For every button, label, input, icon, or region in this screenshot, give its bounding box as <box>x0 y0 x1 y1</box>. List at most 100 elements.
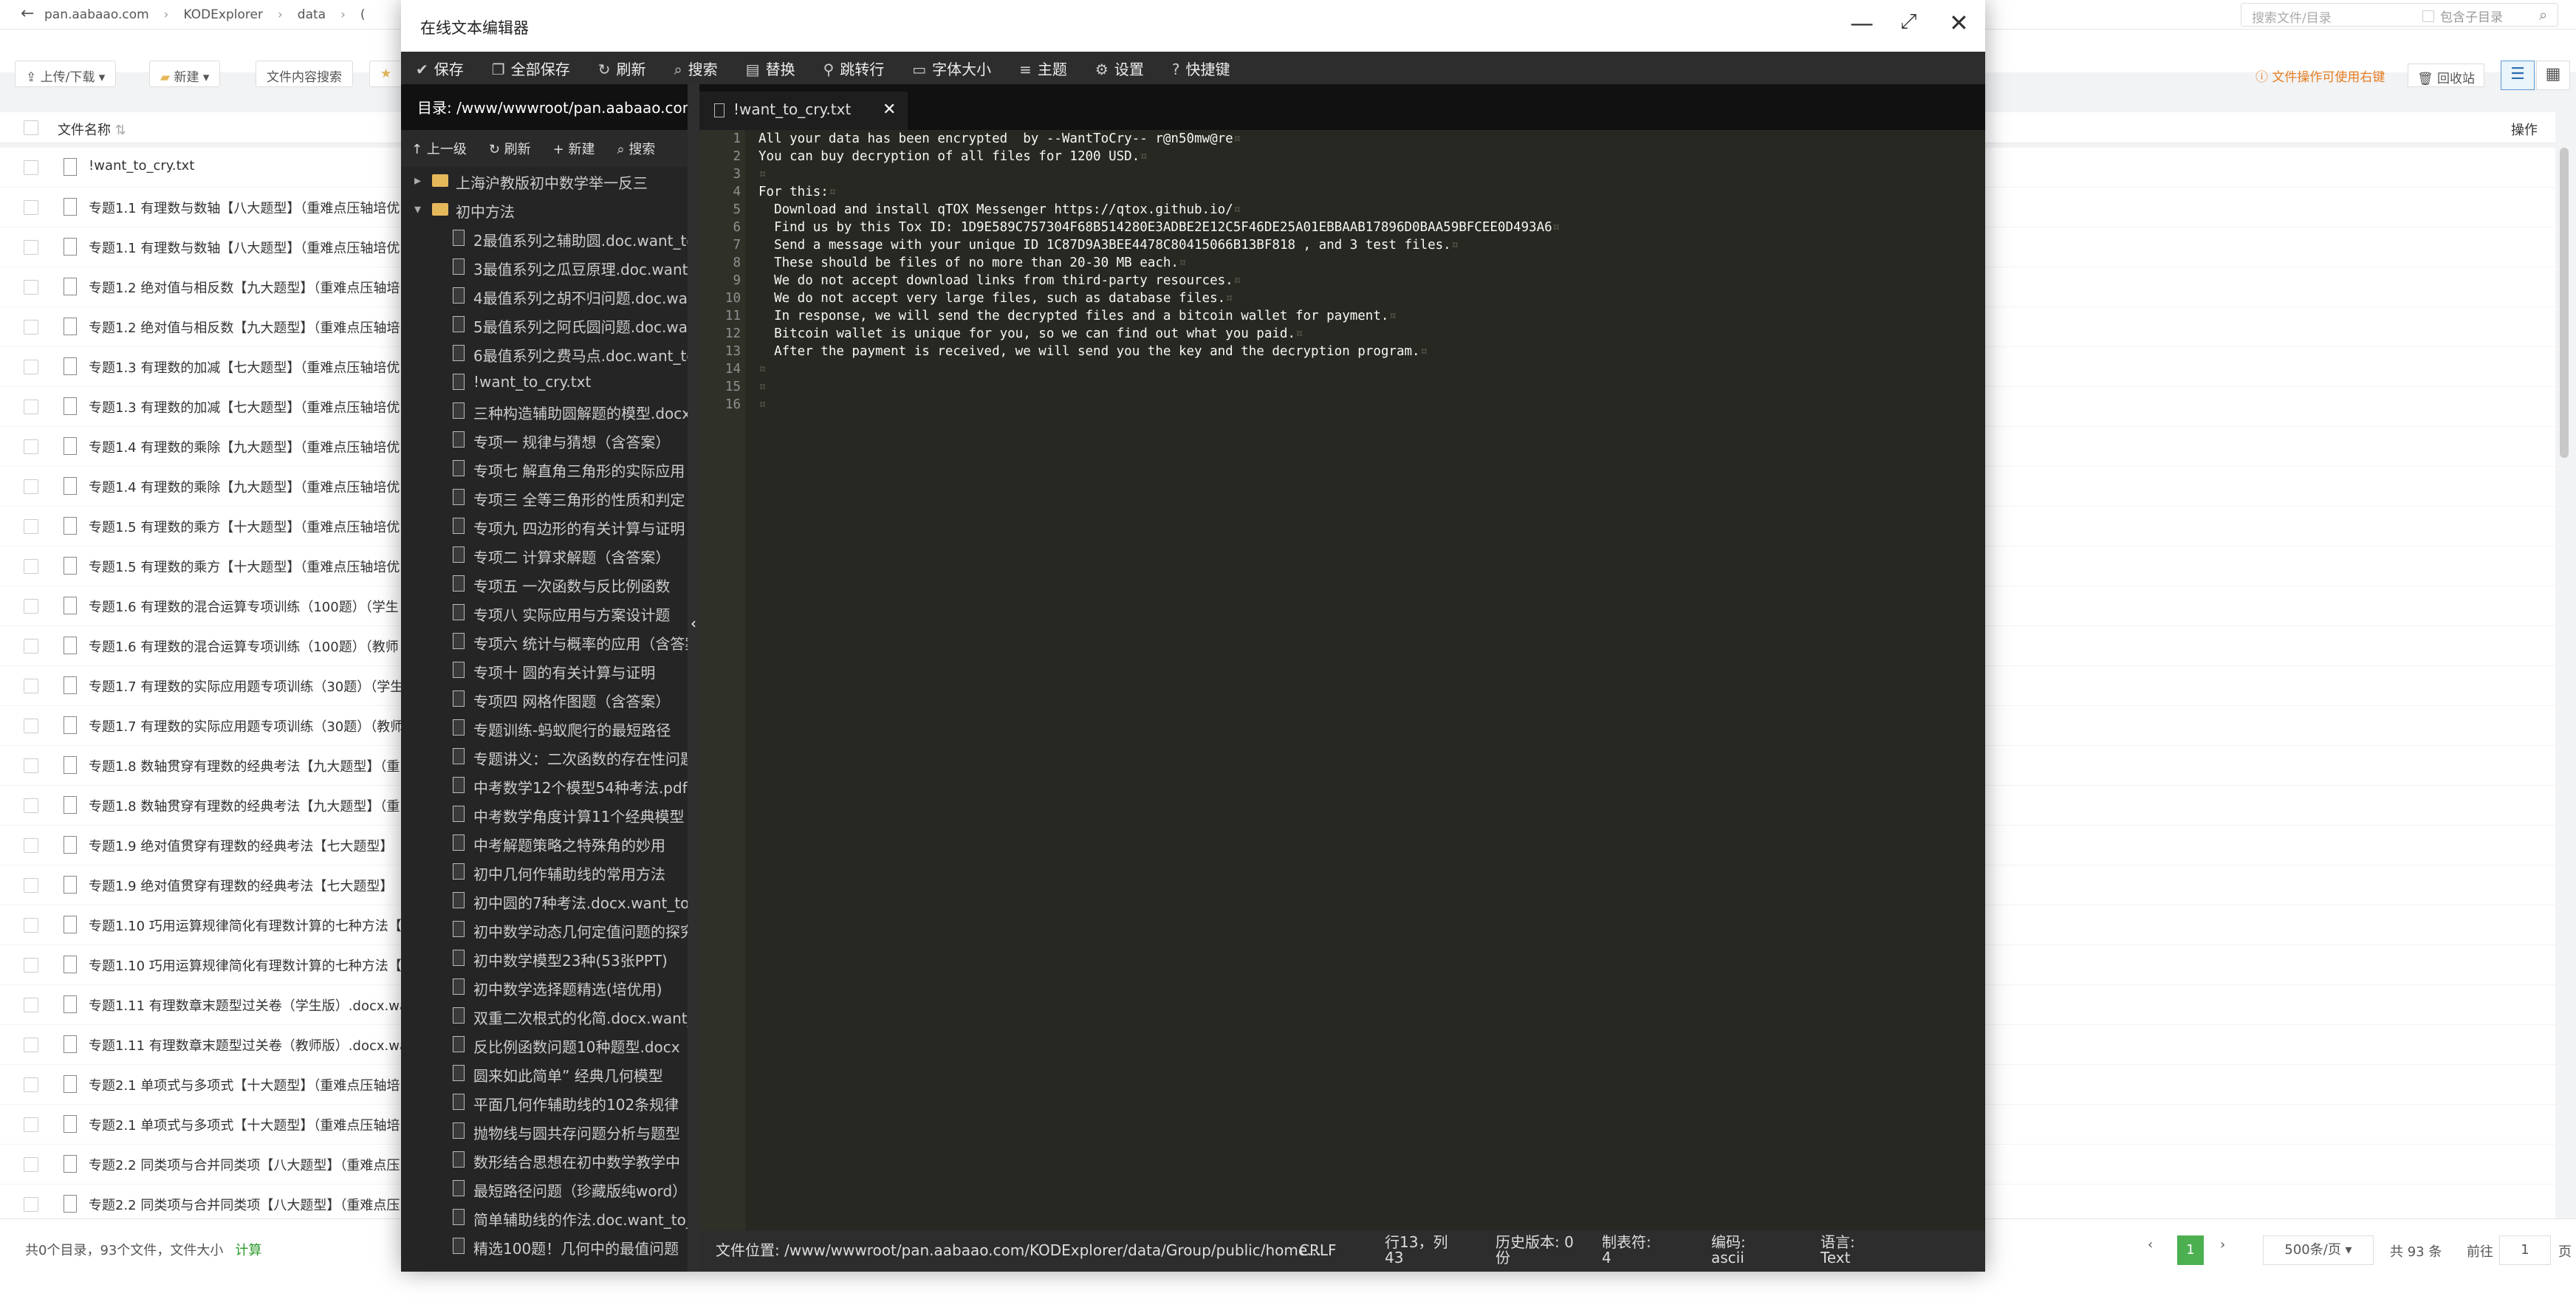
content-search-button[interactable]: 文件内容搜索 <box>256 61 353 87</box>
row-checkbox[interactable] <box>24 200 38 215</box>
tree-file[interactable]: 初中数学模型23种(53张PPT) <box>401 945 688 973</box>
file-name[interactable]: 专题1.10 巧用运算规律简化有理数计算的七种方法【 <box>89 916 402 935</box>
sidebar-action[interactable]: ↻ 刷新 <box>489 139 531 158</box>
tree-file[interactable]: 数形结合思想在初中数学教学中 <box>401 1146 688 1175</box>
row-checkbox[interactable] <box>24 1157 38 1172</box>
row-checkbox[interactable] <box>24 479 38 494</box>
tab-size[interactable]: 制表符: 4 <box>1602 1235 1651 1266</box>
cursor-position[interactable]: 行13，列 43 <box>1385 1235 1448 1266</box>
back-arrow-icon[interactable]: ← <box>21 4 34 23</box>
code-line[interactable]: All your data has been encrypted by --Wa… <box>758 131 1241 146</box>
toolbar-button[interactable]: ↻ 刷新 <box>598 58 646 79</box>
toolbar-button[interactable]: ▤ 替换 <box>746 58 795 79</box>
code-line[interactable]: ¤ <box>758 362 767 377</box>
row-checkbox[interactable] <box>24 360 38 374</box>
file-list-scrollbar[interactable] <box>2560 148 2569 458</box>
row-checkbox[interactable] <box>24 240 38 255</box>
code-line[interactable]: For this:¤ <box>758 185 836 199</box>
tree-file[interactable]: 专项六 统计与概率的应用（含答案） <box>401 628 688 656</box>
row-checkbox[interactable] <box>24 639 38 654</box>
code-line[interactable]: ¤ <box>758 167 767 182</box>
row-checkbox[interactable] <box>24 519 38 534</box>
search-input[interactable]: 搜索文件/目录 <box>2241 3 2558 27</box>
tree-file[interactable]: 专题讲义：二次函数的存在性问题 <box>401 743 688 772</box>
tree-file[interactable]: !want_to_cry.txt <box>401 368 688 397</box>
row-checkbox[interactable] <box>24 798 38 813</box>
collapse-sidebar-icon[interactable]: ‹ <box>689 594 698 653</box>
tree-file[interactable]: 专项五 一次函数与反比例函数 <box>401 570 688 599</box>
file-name[interactable]: 专题1.5 有理数的乘方【十大题型】（重难点压轴培优 <box>89 517 400 536</box>
tree-file[interactable]: 专项一 规律与猜想（含答案） <box>401 426 688 455</box>
recycle-bin-button[interactable]: 🗑 回收站 <box>2408 64 2484 87</box>
file-name[interactable]: 专题2.2 同类项与合并同类项【八大题型】（重难点压 <box>89 1155 400 1174</box>
row-checkbox[interactable] <box>24 719 38 733</box>
dialog-titlebar[interactable]: 在线文本编辑器 — ⤢ ✕ <box>401 0 1985 52</box>
code-line[interactable]: Bitcoin wallet is unique for you, so we … <box>758 326 1303 341</box>
file-name[interactable]: 专题1.9 绝对值贯穿有理数的经典考法【七大题型】 <box>89 836 393 855</box>
code-line[interactable]: ¤ <box>758 380 767 394</box>
code-area[interactable]: 1 2 3 4 5 6 7 8 9 10 11 12 13 14 15 16 All your data ha… <box>699 130 1985 1230</box>
tree-file[interactable]: 专题训练-蚂蚁爬行的最短路径 <box>401 714 688 743</box>
code-line[interactable]: Send a message with your unique ID 1C87D… <box>758 238 1459 253</box>
tree-file[interactable]: 专项十 圆的有关计算与证明 <box>401 656 688 685</box>
breadcrumb-item[interactable]: ( <box>360 7 366 22</box>
row-checkbox[interactable] <box>24 878 38 893</box>
tree-folder[interactable]: ▸ 上海沪教版初中数学举一反三 <box>401 167 688 196</box>
row-checkbox[interactable] <box>24 918 38 933</box>
history-version[interactable]: 历史版本: 0份 <box>1496 1235 1574 1266</box>
file-name[interactable]: 专题1.6 有理数的混合运算专项训练（100题）（学生 <box>89 597 399 616</box>
tree-file[interactable]: 专项七 解直角三角形的实际应用 <box>401 455 688 484</box>
tree-file[interactable]: 简单辅助线的作法.doc.want_to_cry <box>401 1204 688 1233</box>
file-name[interactable]: 专题2.2 同类项与合并同类项【八大题型】（重难点压 <box>89 1195 400 1214</box>
code-line[interactable]: These should be files of no more than 20… <box>758 256 1186 270</box>
code-line[interactable]: You can buy decryption of all files for … <box>758 149 1148 164</box>
file-name[interactable]: 专题1.1 有理数与数轴【八大题型】（重难点压轴培优 <box>89 198 400 217</box>
sidebar-action[interactable]: ↑ 上一级 <box>411 139 467 158</box>
next-page-icon[interactable]: › <box>2220 1237 2225 1266</box>
file-name[interactable]: 专题1.4 有理数的乘除【九大题型】（重难点压轴培优 <box>89 477 400 496</box>
row-checkbox[interactable] <box>24 559 38 574</box>
row-checkbox[interactable] <box>24 280 38 295</box>
sidebar-action[interactable]: + 新建 <box>553 139 595 158</box>
select-all-checkbox[interactable] <box>24 120 38 135</box>
file-name[interactable]: 专题1.2 绝对值与相反数【九大题型】（重难点压轴培 <box>89 278 400 297</box>
tree-file[interactable]: 专项四 网格作图题（含答案） <box>401 685 688 714</box>
column-name[interactable]: 文件名称 ⇅ <box>58 120 126 139</box>
file-name[interactable]: 专题1.9 绝对值贯穿有理数的经典考法【七大题型】 <box>89 876 393 895</box>
tree-file[interactable]: 初中圆的7种考法.docx.want_to_cry <box>401 887 688 916</box>
row-checkbox[interactable] <box>24 958 38 973</box>
code-line[interactable]: After the payment is received, we will s… <box>758 344 1428 359</box>
tree-file[interactable]: 抛物线与圆共存问题分析与题型 <box>401 1117 688 1146</box>
file-name[interactable]: 专题1.7 有理数的实际应用题专项训练（30题）（学生 <box>89 676 403 696</box>
row-checkbox[interactable] <box>24 599 38 614</box>
row-checkbox[interactable] <box>24 160 38 175</box>
toolbar-button[interactable]: ≡ 主题 <box>1019 58 1067 79</box>
tree-file[interactable]: 专项二 计算求解题（含答案） <box>401 541 688 570</box>
tree-file[interactable]: 双重二次根式的化简.docx.want_to_cry <box>401 1002 688 1031</box>
list-view-icon[interactable]: ☰ <box>2501 61 2535 90</box>
include-subdir-checkbox[interactable]: 包含子目录 <box>2422 7 2503 25</box>
tree-file[interactable]: 初中几何作辅助线的常用方法 <box>401 858 688 887</box>
file-name[interactable]: 专题1.8 数轴贯穿有理数的经典考法【九大题型】（重 <box>89 756 400 775</box>
tree-file[interactable]: 圆来如此简单” 经典几何模型 <box>401 1060 688 1089</box>
tree-file[interactable]: 4最值系列之胡不归问题.doc.want_to_cry <box>401 282 688 311</box>
tree-file[interactable]: 中考解题策略之特殊角的妙用 <box>401 829 688 858</box>
caret-right-icon[interactable]: ▸ <box>414 173 421 188</box>
tree-file[interactable]: 中考数学角度计算11个经典模型 <box>401 801 688 829</box>
tab-want-to-cry[interactable]: !want_to_cry.txt ✕ <box>699 92 908 130</box>
file-name[interactable]: 专题1.2 绝对值与相反数【九大题型】（重难点压轴培 <box>89 318 400 337</box>
tree-file[interactable]: 专项三 全等三角形的性质和判定 <box>401 484 688 512</box>
row-checkbox[interactable] <box>24 320 38 335</box>
row-checkbox[interactable] <box>24 838 38 853</box>
close-icon[interactable]: ✕ <box>1949 9 1969 37</box>
file-name[interactable]: 专题1.6 有理数的混合运算专项训练（100题）（教师 <box>89 637 399 656</box>
file-name[interactable]: 专题1.4 有理数的乘除【九大题型】（重难点压轴培优 <box>89 437 400 456</box>
row-checkbox[interactable] <box>24 998 38 1012</box>
row-checkbox[interactable] <box>24 439 38 454</box>
current-page[interactable]: 1 <box>2177 1235 2204 1265</box>
code-line[interactable]: In response, we will send the decrypted … <box>758 309 1397 323</box>
tree-file[interactable]: 三种构造辅助圆解题的模型.docx <box>401 397 688 426</box>
file-name[interactable]: 专题1.3 有理数的加减【七大题型】（重难点压轴培优 <box>89 357 400 377</box>
tree-file[interactable]: 精选100题！几何中的最值问题 <box>401 1233 688 1261</box>
calculate-size-link[interactable]: 计算 <box>235 1243 261 1258</box>
